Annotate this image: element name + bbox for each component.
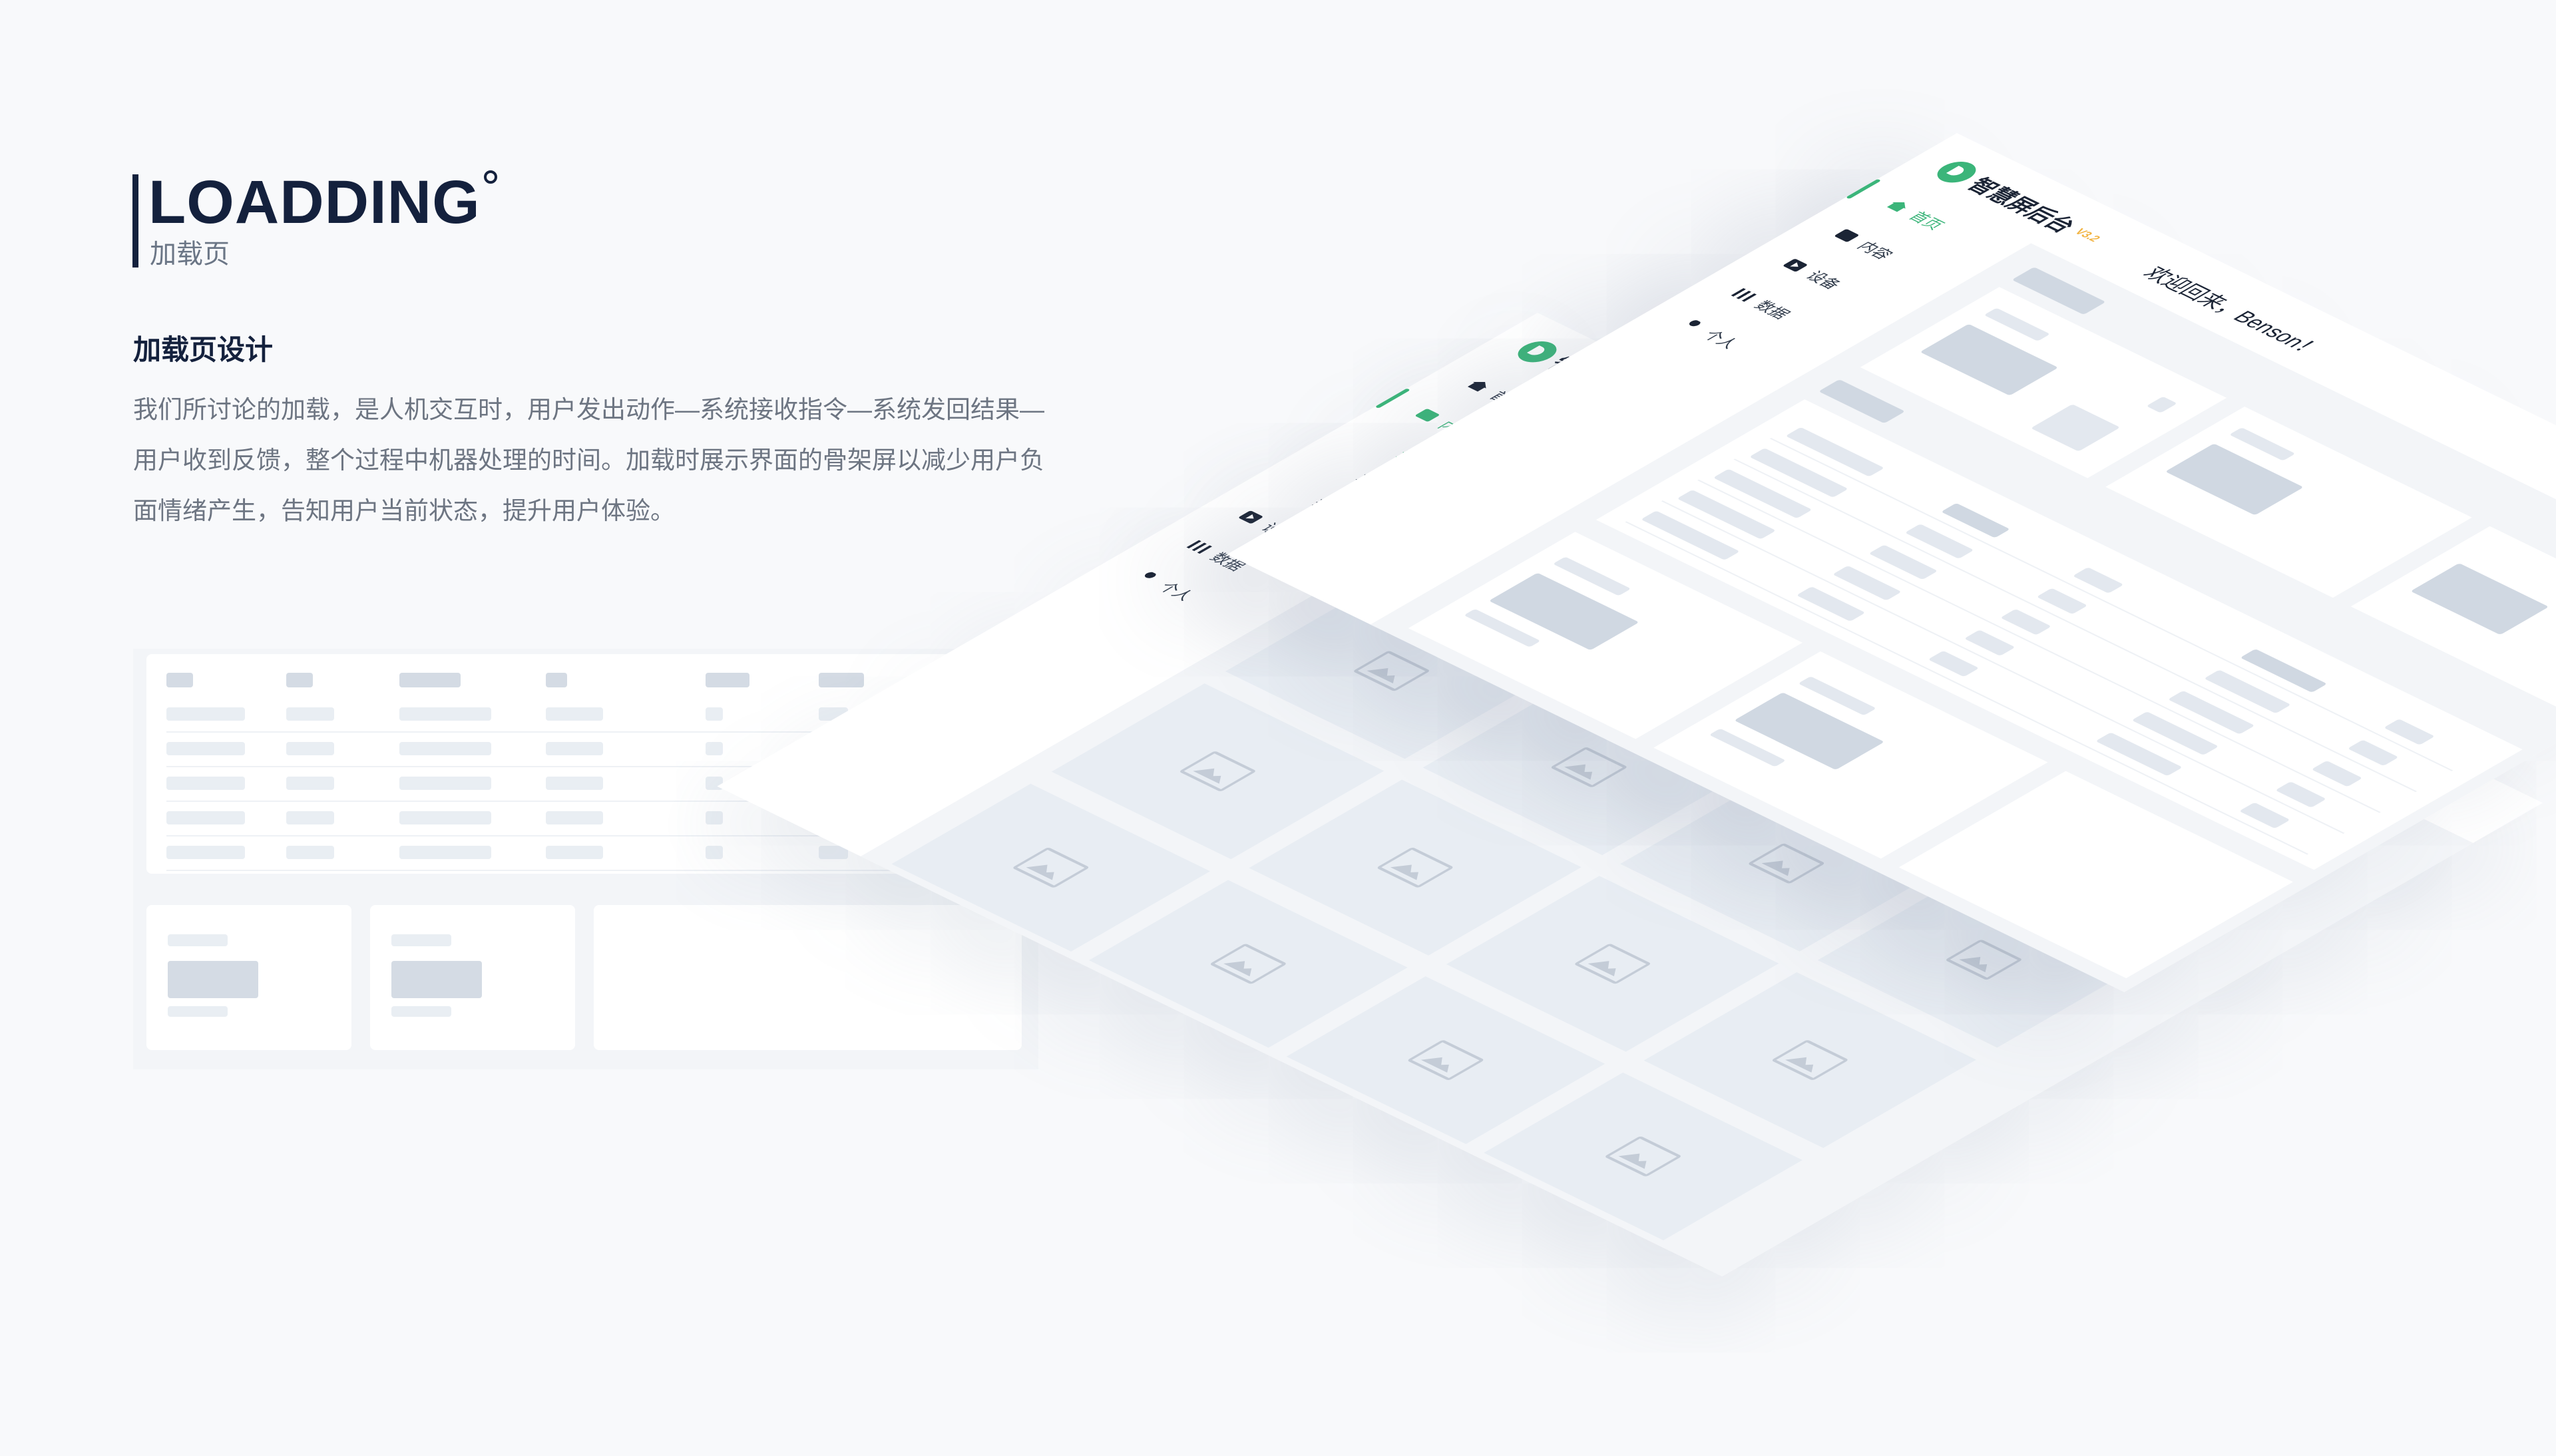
home-icon: [1885, 199, 1911, 213]
skeleton-cell: [1941, 502, 2010, 538]
image-icon: [1012, 846, 1090, 888]
page-header: LOADDING 加载页: [132, 168, 598, 271]
version-badge: V3.2: [2071, 227, 2103, 244]
page-subtitle: 加载页: [150, 240, 230, 269]
skeleton-header-cell: [546, 673, 567, 687]
skeleton-cell: [166, 811, 245, 824]
skeleton-cell: [399, 811, 491, 824]
skeleton-header-cell: [399, 673, 461, 687]
description-heading: 加载页设计: [133, 334, 274, 365]
skeleton-cell: [286, 742, 334, 755]
image-icon: [1406, 1039, 1485, 1081]
skeleton-chart-card: [594, 905, 1022, 1050]
skeleton-cell: [166, 846, 245, 859]
skeleton-cell: [399, 707, 491, 721]
skeleton-cell: [166, 742, 245, 755]
title-accent-bar: [132, 174, 138, 268]
sidebar-item-label: 首页: [1904, 209, 1949, 232]
image-icon: [1603, 1135, 1683, 1177]
image-icon: [1944, 939, 2024, 981]
skeleton-cell: [546, 707, 603, 721]
user-icon: [1679, 318, 1705, 332]
skeleton-cell: [399, 742, 491, 755]
content-icon: [1414, 408, 1440, 423]
skeleton-cell: [1796, 586, 1866, 622]
sidebar-item-label: 设备: [1801, 268, 1846, 292]
skeleton-cell: [1868, 544, 1938, 580]
image-icon: [1178, 751, 1257, 793]
device-icon: [1237, 510, 1264, 524]
description-text: 我们所讨论的加载，是人机交互时，用户发出动作—系统接收指令—系统发回结果—用户收…: [133, 396, 1044, 524]
sidebar-item-label: 内容: [1853, 239, 1897, 262]
content-icon: [1834, 228, 1860, 243]
data-icon: [1731, 288, 1757, 302]
title-dot-decoration: [484, 170, 497, 184]
row-divider: [166, 870, 1002, 871]
active-indicator: [1845, 178, 1882, 200]
image-icon: [1209, 943, 1287, 985]
skeleton-cell: [706, 811, 723, 824]
skeleton-cell: [546, 742, 603, 755]
image-icon: [1574, 943, 1652, 985]
skeleton-cell: [286, 811, 334, 824]
skeleton-cell: [399, 846, 491, 859]
skeleton-cell: [286, 777, 334, 790]
active-indicator: [1375, 388, 1411, 409]
skeleton-cell: [706, 707, 723, 721]
image-icon: [1352, 650, 1431, 692]
home-icon: [1466, 379, 1492, 393]
skeleton-header-cell: [819, 673, 864, 687]
skeleton-cell: [166, 777, 245, 790]
skeleton-card: [146, 905, 351, 1050]
image-icon: [1747, 842, 1826, 884]
image-icon: [1550, 746, 1628, 788]
image-icon: [1771, 1039, 1849, 1081]
skeleton-cell: [546, 846, 603, 859]
skeleton-cell: [706, 742, 723, 755]
sidebar-item-label: 数据: [1750, 298, 1795, 321]
page-title: LOADDING: [148, 168, 481, 236]
skeleton-header-cell: [286, 673, 313, 687]
skeleton-cell: [1904, 524, 1974, 559]
skeleton-cell: [546, 811, 603, 824]
skeleton-cell: [286, 846, 334, 859]
sidebar-item-label: 个人: [1699, 328, 1743, 351]
skeleton-cell: [706, 846, 723, 859]
user-icon: [1135, 570, 1161, 584]
skeleton-header-cell: [166, 673, 193, 687]
device-icon: [1782, 258, 1809, 272]
skeleton-cell: [1832, 565, 1902, 601]
skeleton-cell: [399, 777, 491, 790]
skeleton-cell: [166, 707, 245, 721]
data-icon: [1186, 540, 1213, 554]
skeleton-card: [370, 905, 575, 1050]
skeleton-cell: [546, 777, 603, 790]
skeleton-cell: [286, 707, 334, 721]
sidebar-item-label: 个人: [1154, 580, 1198, 604]
skeleton-header-cell: [706, 673, 749, 687]
image-icon: [1376, 846, 1454, 888]
